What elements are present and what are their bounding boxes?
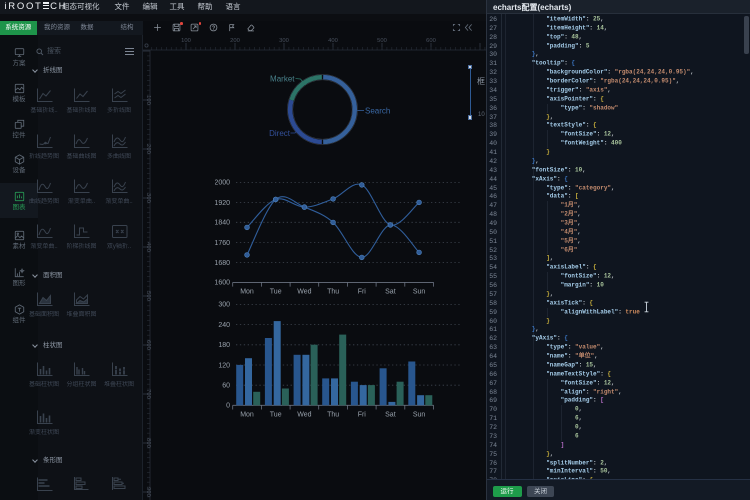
svg-text:700: 700 — [145, 389, 151, 399]
svg-text:900: 900 — [145, 487, 151, 497]
svg-text:Thu: Thu — [327, 289, 339, 296]
svg-text:300: 300 — [145, 193, 151, 203]
svg-text:800: 800 — [145, 438, 151, 448]
svg-text:Direct: Direct — [269, 129, 291, 138]
svg-text:400: 400 — [328, 38, 338, 44]
svg-text:0: 0 — [226, 403, 230, 410]
svg-text:300: 300 — [279, 38, 289, 44]
svg-text:500: 500 — [145, 291, 151, 301]
svg-text:400: 400 — [145, 242, 151, 252]
svg-text:120: 120 — [218, 362, 230, 369]
svg-text:Search: Search — [365, 107, 390, 116]
svg-text:Fri: Fri — [358, 412, 367, 419]
svg-text:Wed: Wed — [297, 412, 311, 419]
svg-text:Thu: Thu — [327, 412, 339, 419]
svg-text:1760: 1760 — [215, 240, 230, 247]
svg-text:200: 200 — [230, 38, 240, 44]
svg-text:1840: 1840 — [215, 220, 230, 227]
svg-text:100: 100 — [181, 38, 191, 44]
svg-text:Sun: Sun — [413, 289, 426, 296]
svg-text:600: 600 — [426, 38, 436, 44]
svg-text:Market: Market — [270, 75, 295, 84]
svg-text:Sun: Sun — [413, 412, 426, 419]
svg-text:Wed: Wed — [297, 289, 311, 296]
svg-text:100: 100 — [145, 95, 151, 105]
svg-text:Fri: Fri — [358, 289, 367, 296]
svg-text:Tue: Tue — [270, 289, 282, 296]
svg-text:500: 500 — [377, 38, 387, 44]
svg-text:240: 240 — [218, 322, 230, 329]
svg-text:2000: 2000 — [215, 180, 230, 187]
svg-text:Sat: Sat — [385, 412, 396, 419]
svg-text:Sat: Sat — [385, 289, 396, 296]
svg-text:180: 180 — [218, 342, 230, 349]
svg-text:300: 300 — [218, 302, 230, 309]
svg-text:Mon: Mon — [240, 289, 254, 296]
svg-text:Tue: Tue — [270, 412, 282, 419]
svg-text:200: 200 — [145, 144, 151, 154]
svg-text:1680: 1680 — [215, 260, 230, 267]
svg-text:1920: 1920 — [215, 200, 230, 207]
svg-text:600: 600 — [145, 340, 151, 350]
svg-text:Mon: Mon — [240, 412, 254, 419]
svg-text:60: 60 — [222, 383, 230, 390]
svg-text:1600: 1600 — [215, 280, 230, 287]
